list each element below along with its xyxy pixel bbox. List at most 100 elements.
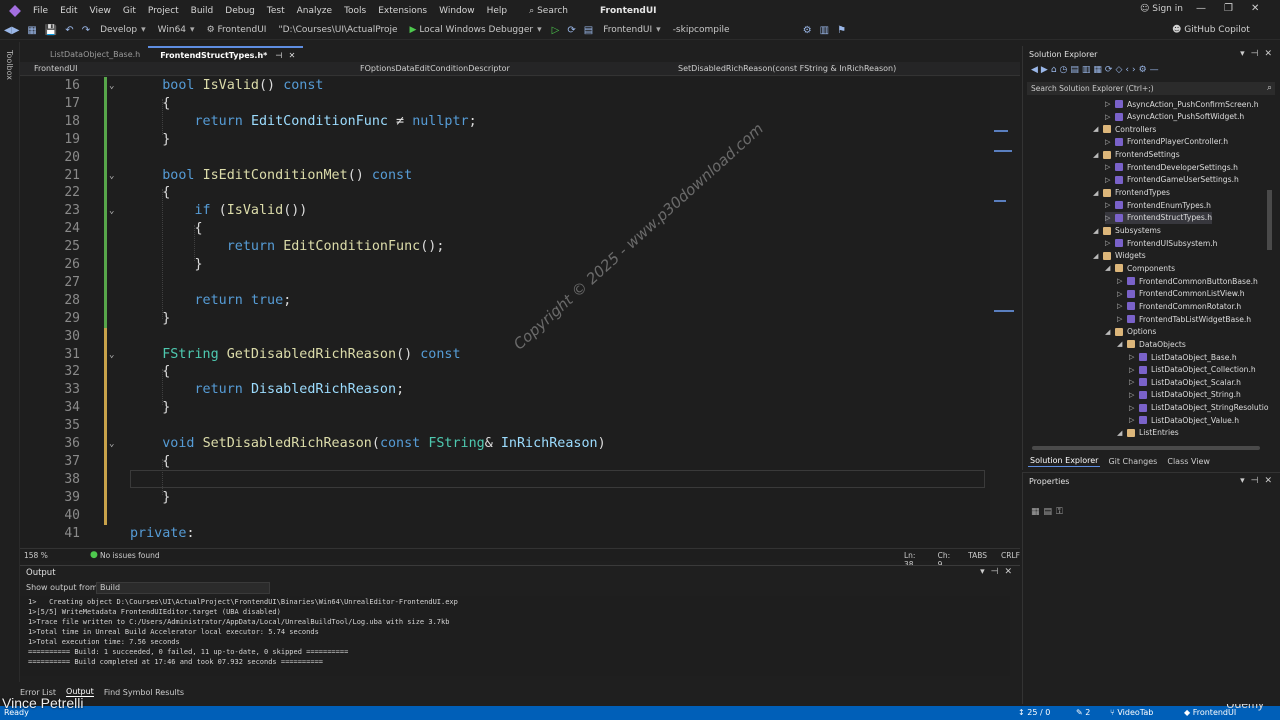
code-line[interactable]: 36 ⌄ void SetDisabledRichReason(const FSt… bbox=[20, 435, 990, 453]
toolbox-strip[interactable]: Toolbox bbox=[0, 42, 20, 682]
collapse-arrow-icon[interactable]: ▷ bbox=[1129, 366, 1139, 374]
path-field[interactable]: "D:\Courses\UI\ActualProje bbox=[272, 25, 403, 35]
tree-file[interactable]: ▷ FrontendCommonListView.h bbox=[1117, 288, 1245, 300]
bookmark-icon[interactable]: ⚑ bbox=[833, 25, 850, 36]
maximize-icon[interactable]: ❐ bbox=[1224, 3, 1233, 14]
start-debugger-button[interactable]: ▶ Local Windows Debugger ▾ bbox=[404, 25, 548, 35]
properties-toolbar[interactable]: ▦▤⚿ bbox=[1031, 507, 1067, 517]
code-line[interactable]: 20 bbox=[20, 148, 990, 167]
collapse-arrow-icon[interactable]: ▷ bbox=[1105, 100, 1115, 108]
tree-file[interactable]: ▷ AsyncAction_PushConfirmScreen.h bbox=[1105, 98, 1259, 110]
tree-file[interactable]: ▷ ListDataObject_Value.h bbox=[1129, 414, 1239, 426]
layout-icon[interactable]: ▤ bbox=[580, 25, 597, 36]
issues-indicator[interactable]: No issues found bbox=[100, 551, 160, 560]
menu-help[interactable]: Help bbox=[481, 6, 514, 16]
close-icon[interactable]: ✕ bbox=[1251, 3, 1259, 14]
collapse-arrow-icon[interactable]: ▷ bbox=[1105, 201, 1115, 209]
refresh-icon[interactable]: ⟳ bbox=[563, 25, 579, 36]
code-line[interactable]: 28 return true; bbox=[20, 291, 990, 310]
collapse-arrow-icon[interactable]: ▷ bbox=[1129, 391, 1139, 399]
close-icon[interactable]: ✕ bbox=[1264, 49, 1272, 59]
code-line[interactable]: 34 } bbox=[20, 399, 990, 418]
tab-solution-explorer[interactable]: Solution Explorer bbox=[1028, 455, 1101, 467]
expand-arrow-icon[interactable]: ◢ bbox=[1117, 340, 1127, 348]
output-text[interactable]: 1> Creating object D:\Courses\UI\ActualP… bbox=[20, 596, 1010, 676]
changes-indicator[interactable]: ✎ 2 bbox=[1076, 708, 1090, 717]
code-line[interactable]: 21 ⌄ bool IsEditConditionMet() const bbox=[20, 166, 990, 185]
undo-icon[interactable]: ↶ bbox=[61, 25, 77, 36]
tree-file[interactable]: ▷ FrontendUISubsystem.h bbox=[1105, 237, 1217, 249]
code-line[interactable]: 31 ⌄ FString GetDisabledRichReason() cons… bbox=[20, 345, 990, 364]
collapse-arrow-icon[interactable]: ▷ bbox=[1105, 138, 1115, 146]
menu-debug[interactable]: Debug bbox=[219, 6, 261, 16]
scroll-map[interactable] bbox=[990, 90, 1018, 370]
expand-arrow-icon[interactable]: ◢ bbox=[1093, 189, 1103, 197]
pin-icon[interactable]: ⊣ bbox=[275, 51, 282, 60]
tab-listdataobject-base[interactable]: ListDataObject_Base.h bbox=[20, 46, 148, 62]
collapse-arrow-icon[interactable]: ▷ bbox=[1129, 353, 1139, 361]
collapse-arrow-icon[interactable]: ▷ bbox=[1117, 302, 1127, 310]
code-line[interactable]: 38 bbox=[20, 470, 990, 489]
collapse-arrow-icon[interactable]: ▷ bbox=[1129, 416, 1139, 424]
menu-extensions[interactable]: Extensions bbox=[372, 6, 433, 16]
code-line[interactable]: 27 bbox=[20, 273, 990, 292]
code-line[interactable]: 16 ⌄ bool IsValid() const bbox=[20, 77, 990, 95]
tree-file[interactable]: ▷ FrontendPlayerController.h bbox=[1105, 136, 1228, 148]
tree-file[interactable]: ▷ FrontendTabListWidgetBase.h bbox=[1117, 313, 1251, 325]
tree-file[interactable]: ▷ FrontendEnumTypes.h bbox=[1105, 199, 1211, 211]
tree-folder[interactable]: ◢ Options bbox=[1105, 326, 1156, 338]
tree-file[interactable]: ▷ ListDataObject_Collection.h bbox=[1129, 364, 1256, 376]
scope-dropdown[interactable]: FOptionsDataEditConditionDescriptor bbox=[360, 64, 510, 73]
tab-class-view[interactable]: Class View bbox=[1165, 456, 1212, 467]
dropdown-icon[interactable]: ▾ bbox=[980, 567, 985, 577]
minimize-icon[interactable]: — bbox=[1196, 3, 1206, 14]
menu-edit[interactable]: Edit bbox=[54, 6, 83, 16]
platform-select[interactable]: Win64 ▾ bbox=[152, 25, 201, 35]
collapse-arrow-icon[interactable]: ▷ bbox=[1105, 113, 1115, 121]
collapse-arrow-icon[interactable]: ▷ bbox=[1129, 404, 1139, 412]
tree-file[interactable]: ▷ ListDataObject_Scalar.h bbox=[1129, 376, 1241, 388]
solution-horizontal-scrollbar[interactable] bbox=[1032, 446, 1260, 450]
solution-explorer-toolbar[interactable]: ◀▶⌂◷▤▥▦⟳◇‹›⚙— bbox=[1031, 65, 1162, 75]
tree-folder[interactable]: ◢ Controllers bbox=[1093, 123, 1156, 135]
tree-folder[interactable]: ◢ DataObjects bbox=[1117, 338, 1186, 350]
project-dropdown[interactable]: FrontendUI bbox=[34, 64, 78, 73]
collapse-arrow-icon[interactable]: ▷ bbox=[1117, 277, 1127, 285]
output-source-select[interactable]: Build bbox=[96, 582, 270, 594]
code-line[interactable]: 24 { bbox=[20, 220, 990, 239]
pin-icon[interactable]: ⊣ bbox=[1251, 476, 1259, 486]
pin-icon[interactable]: ⊣ bbox=[1251, 49, 1259, 59]
line-count-indicator[interactable]: ↕ 25 / 0 bbox=[1018, 708, 1050, 717]
tab-git-changes[interactable]: Git Changes bbox=[1106, 456, 1159, 467]
solution-vertical-scrollbar[interactable] bbox=[1267, 100, 1273, 400]
search-box[interactable]: ⌕ Search bbox=[521, 4, 576, 18]
fold-icon[interactable]: ⌄ bbox=[109, 346, 114, 364]
menu-view[interactable]: View bbox=[84, 6, 117, 16]
args-select[interactable]: -skipcompile bbox=[667, 25, 799, 35]
expand-arrow-icon[interactable]: ◢ bbox=[1117, 429, 1127, 437]
fold-icon[interactable]: ⌄ bbox=[109, 167, 114, 185]
dropdown-icon[interactable]: ▾ bbox=[1240, 49, 1245, 59]
dropdown-icon[interactable]: ▾ bbox=[1240, 476, 1245, 486]
menu-project[interactable]: Project bbox=[142, 6, 185, 16]
tree-folder[interactable]: ◢ FrontendTypes bbox=[1093, 187, 1170, 199]
collapse-arrow-icon[interactable]: ▷ bbox=[1105, 176, 1115, 184]
expand-arrow-icon[interactable]: ◢ bbox=[1093, 252, 1103, 260]
collapse-arrow-icon[interactable]: ▷ bbox=[1105, 163, 1115, 171]
back-icon[interactable]: ◀▶ bbox=[0, 25, 23, 36]
collapse-arrow-icon[interactable]: ▷ bbox=[1117, 290, 1127, 298]
branch-indicator[interactable]: ⑂ VideoTab bbox=[1110, 708, 1153, 717]
tree-file[interactable]: ▷ FrontendCommonButtonBase.h bbox=[1117, 275, 1258, 287]
code-line[interactable]: 30 bbox=[20, 327, 990, 346]
fold-icon[interactable]: ⌄ bbox=[109, 202, 114, 220]
new-item-icon[interactable]: ▦ bbox=[23, 25, 40, 36]
tree-folder[interactable]: ◢ FrontendSettings bbox=[1093, 149, 1180, 161]
close-icon[interactable]: ✕ bbox=[1004, 567, 1012, 577]
member-dropdown[interactable]: SetDisabledRichReason(const FString & In… bbox=[678, 64, 896, 73]
tree-folder[interactable]: ◢ ListEntries bbox=[1117, 427, 1179, 438]
tree-file[interactable]: ▷ ListDataObject_String.h bbox=[1129, 389, 1241, 401]
startup-project-select[interactable]: ⚙ FrontendUI bbox=[201, 25, 273, 35]
expand-arrow-icon[interactable]: ◢ bbox=[1105, 328, 1115, 336]
menu-tools[interactable]: Tools bbox=[338, 6, 372, 16]
collapse-arrow-icon[interactable]: ▷ bbox=[1129, 378, 1139, 386]
